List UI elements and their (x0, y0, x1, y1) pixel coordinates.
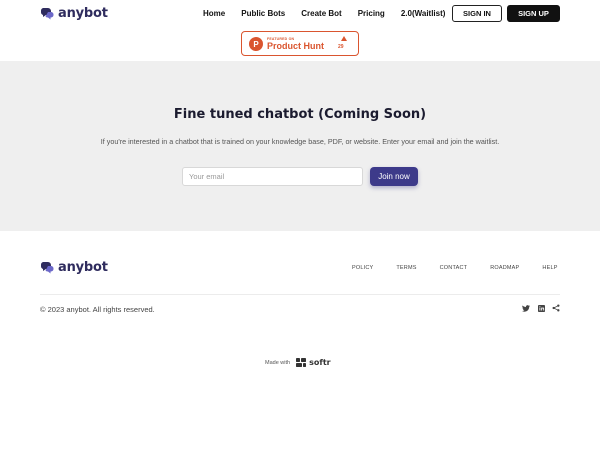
footer-divider (40, 294, 560, 295)
softr-brand: softr (296, 358, 331, 367)
nav-waitlist[interactable]: 2.0(Waitlist) (401, 9, 446, 18)
footer-link-policy[interactable]: POLICY (352, 265, 373, 271)
footer-link-contact[interactable]: CONTACT (440, 265, 468, 271)
sign-up-button[interactable]: SIGN UP (507, 5, 560, 22)
softr-logo-icon (296, 358, 307, 367)
product-hunt-logo-icon: P (249, 37, 263, 51)
header-logo[interactable]: anybot (40, 6, 108, 21)
footer-logo[interactable]: anybot (40, 260, 108, 275)
footer-brand-name: anybot (58, 260, 108, 275)
nav-create-bot[interactable]: Create Bot (301, 9, 341, 18)
footer-nav: POLICY TERMS CONTACT ROADMAP HELP (352, 265, 558, 271)
footer-link-terms[interactable]: TERMS (396, 265, 416, 271)
softr-label: softr (309, 358, 331, 367)
made-with-softr[interactable]: Made with softr (265, 358, 331, 367)
linkedin-icon[interactable] (537, 304, 545, 312)
anybot-logo-icon (40, 262, 54, 274)
anybot-logo-icon (40, 8, 54, 20)
join-now-button[interactable]: Join now (370, 167, 418, 186)
nav-home[interactable]: Home (203, 9, 225, 18)
made-with-label: Made with (265, 359, 291, 366)
hero-title: Fine tuned chatbot (Coming Soon) (173, 107, 427, 122)
social-links (522, 304, 560, 312)
product-hunt-badge[interactable]: P FEATURED ON Product Hunt 29 (241, 31, 359, 56)
footer-link-help[interactable]: HELP (542, 265, 557, 271)
copyright-text: © 2023 anybot. All rights reserved. (40, 305, 155, 314)
footer-link-roadmap[interactable]: ROADMAP (490, 265, 519, 271)
main-nav: Home Public Bots Create Bot Pricing 2.0(… (203, 9, 445, 18)
brand-name: anybot (58, 6, 108, 21)
twitter-icon[interactable] (522, 304, 530, 312)
upvote-arrow-icon (341, 36, 347, 41)
waitlist-section: Fine tuned chatbot (Coming Soon) If you'… (0, 61, 600, 231)
nav-pricing[interactable]: Pricing (358, 9, 385, 18)
nav-public-bots[interactable]: Public Bots (241, 9, 285, 18)
share-icon[interactable] (552, 304, 560, 312)
email-input[interactable] (182, 167, 363, 186)
sign-in-button[interactable]: SIGN IN (452, 5, 502, 22)
ph-upvote-count: 29 (338, 44, 344, 50)
hero-subtitle: If you're interested in a chatbot that i… (100, 137, 500, 146)
ph-name: Product Hunt (267, 41, 324, 51)
top-navbar: anybot Home Public Bots Create Bot Prici… (0, 0, 600, 28)
